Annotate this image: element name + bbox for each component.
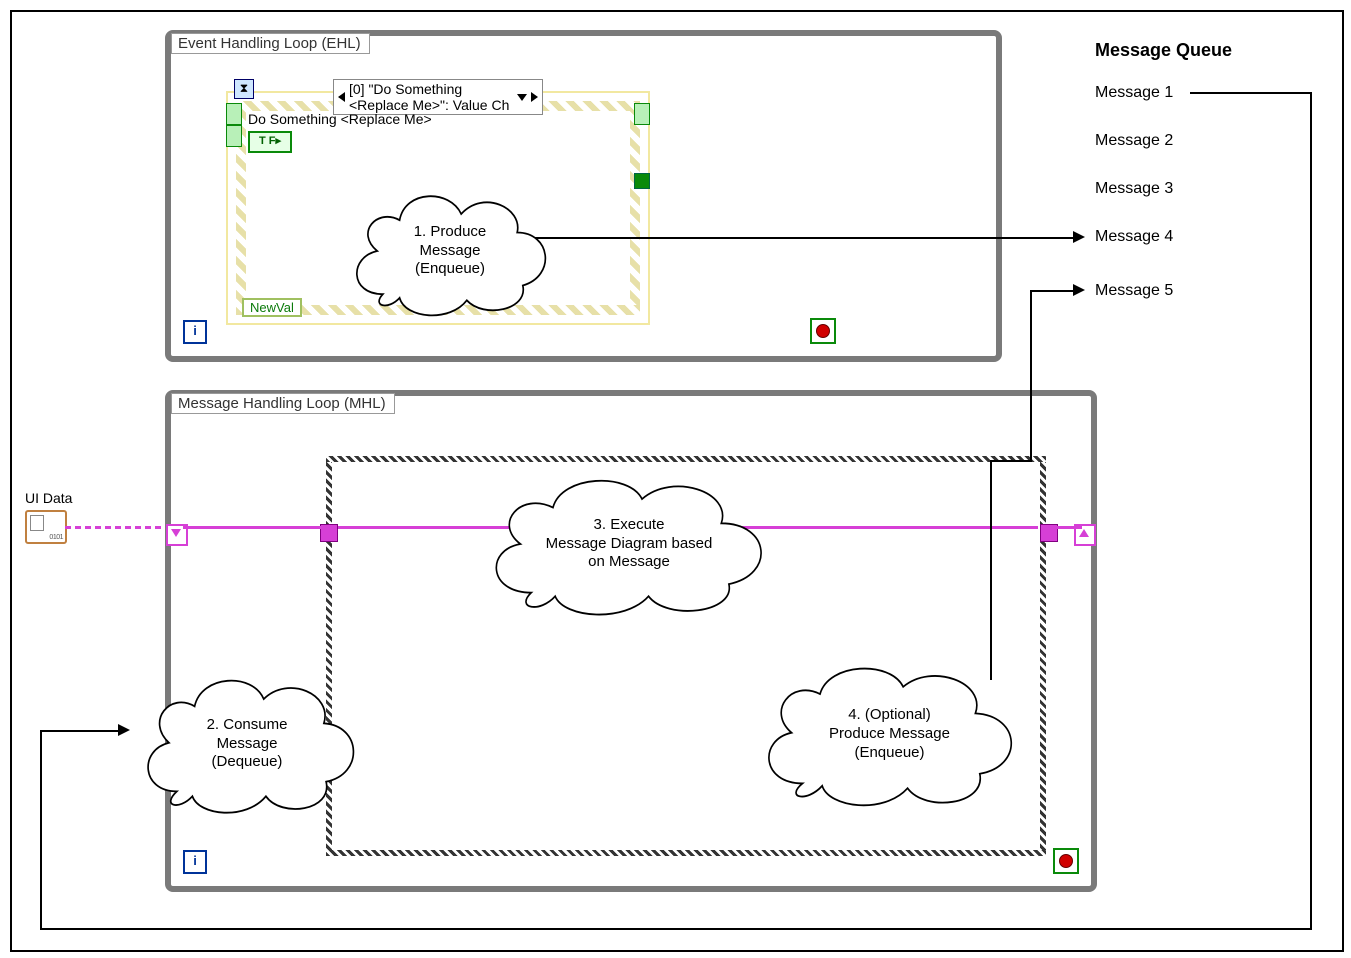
message-queue-item: Message 2	[1095, 132, 1173, 150]
cluster-wire	[65, 526, 165, 529]
arrow-optional-to-queue-v2	[1030, 290, 1032, 462]
mhl-title: Message Handling Loop (MHL)	[171, 393, 395, 414]
arrow-produce-to-queue	[528, 237, 1073, 239]
newval-terminal: NewVal	[242, 298, 302, 317]
chevron-down-icon[interactable]	[517, 94, 527, 101]
stop-terminal-icon	[810, 318, 836, 344]
cloud4-line2: Produce Message	[829, 725, 950, 744]
arrow-queue-to-consume-h3	[40, 730, 120, 732]
arrow-optional-to-queue-h1	[990, 460, 1030, 462]
arrowhead-right-icon	[118, 724, 130, 736]
arrow-optional-to-queue-h2	[1030, 290, 1074, 292]
cloud1-line1: 1. Produce	[414, 223, 487, 242]
cloud3-line3: on Message	[546, 553, 713, 572]
ehl-loop: Event Handling Loop (EHL) ⧗ [0] "Do Some…	[165, 30, 1002, 362]
chevron-left-icon[interactable]	[338, 92, 345, 102]
dynamic-event-terminal-icon	[226, 125, 242, 147]
cloud1-line3: (Enqueue)	[414, 260, 487, 279]
cloud1-line2: Message	[414, 242, 487, 261]
event-case-selector[interactable]: [0] "Do Something <Replace Me>": Value C…	[333, 79, 543, 115]
cloud3-line2: Message Diagram based	[546, 535, 713, 554]
message-queue-title: Message Queue	[1095, 40, 1232, 61]
cluster-wire	[183, 526, 325, 529]
ui-data-cluster-icon	[25, 510, 67, 544]
cloud4-line1: 4. (Optional)	[829, 706, 950, 725]
chevron-right-icon[interactable]	[531, 92, 538, 102]
hourglass-icon: ⧗	[234, 79, 254, 99]
cloud-optional-produce: 4. (Optional) Produce Message (Enqueue)	[750, 653, 1029, 816]
arrow-queue-to-consume-h2	[40, 928, 1312, 930]
ehl-title: Event Handling Loop (EHL)	[171, 33, 370, 54]
dynamic-event-terminal-icon	[634, 103, 650, 125]
event-case-label: [0] "Do Something <Replace Me>": Value C…	[349, 81, 511, 113]
ui-data-label: UI Data	[25, 490, 72, 506]
boolean-control-icon: T F▸	[248, 131, 292, 153]
arrow-optional-to-queue-v	[990, 460, 992, 680]
message-queue-item: Message 3	[1095, 180, 1173, 198]
cloud4-line3: (Enqueue)	[829, 744, 950, 763]
arrowhead-right-icon	[1073, 284, 1085, 296]
event-output-tunnel-icon	[634, 173, 650, 189]
cloud-execute-message: 3. Execute Message Diagram based on Mess…	[477, 465, 781, 623]
arrow-queue-to-consume-v1	[1310, 92, 1312, 930]
message-queue-item: Message 4	[1095, 228, 1173, 246]
message-queue-item: Message 5	[1095, 282, 1173, 300]
arrow-queue-to-consume-h1	[1190, 92, 1310, 94]
arrow-queue-to-consume-v2	[40, 730, 42, 930]
iteration-terminal-icon: i	[183, 850, 207, 874]
diagram-canvas: Event Handling Loop (EHL) ⧗ [0] "Do Some…	[0, 0, 1351, 958]
event-inner-label: Do Something <Replace Me>	[248, 111, 432, 127]
dynamic-event-terminal-icon	[226, 103, 242, 125]
cloud-consume-message: 2. Consume Message (Dequeue)	[130, 665, 364, 823]
iteration-terminal-icon: i	[183, 320, 207, 344]
arrowhead-right-icon	[1073, 231, 1085, 243]
cloud2-line2: Message	[207, 735, 288, 754]
cloud2-line3: (Dequeue)	[207, 753, 288, 772]
cloud-produce-message: 1. Produce Message (Enqueue)	[338, 177, 562, 325]
cloud3-line1: 3. Execute	[546, 516, 713, 535]
message-queue-item: Message 1	[1095, 84, 1173, 102]
cloud2-line1: 2. Consume	[207, 716, 288, 735]
stop-terminal-icon	[1053, 848, 1079, 874]
cluster-wire	[1050, 526, 1082, 529]
